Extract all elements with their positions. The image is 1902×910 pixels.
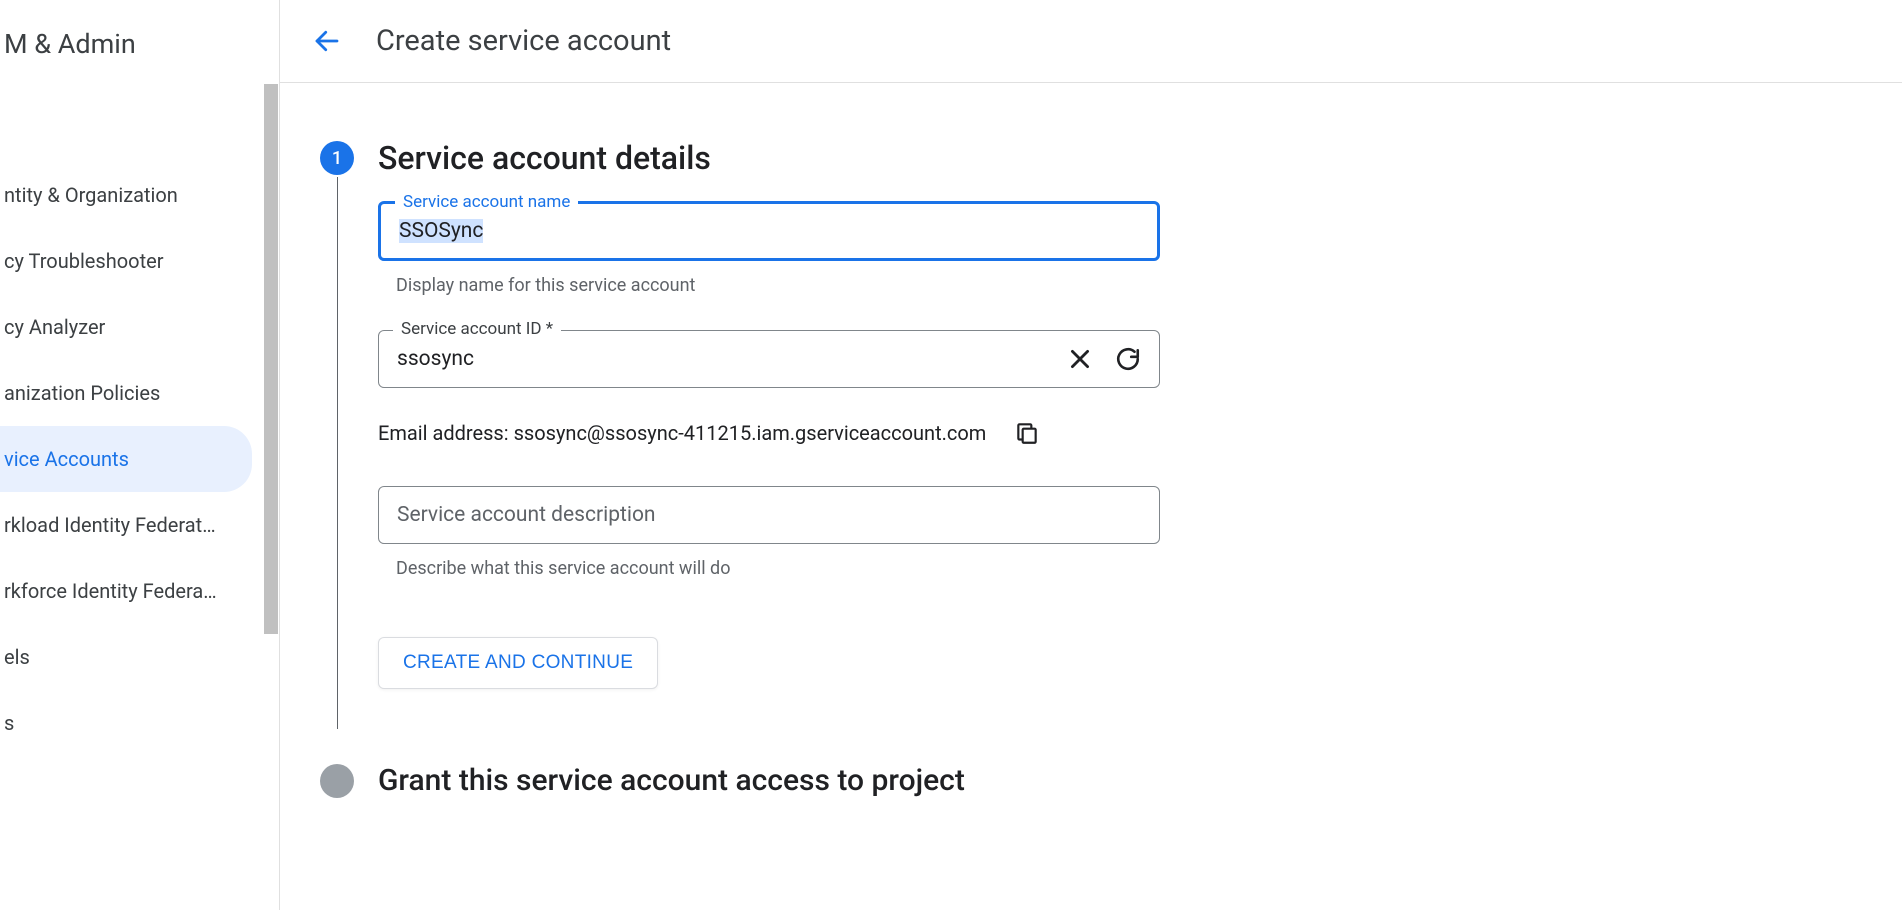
service-account-name-field: Service account name SSOSync Display nam…: [378, 201, 1160, 296]
service-account-id-label: Service account ID *: [393, 319, 561, 339]
copy-icon[interactable]: [1014, 420, 1040, 446]
sidebar-item-policy-analyzer[interactable]: cy Analyzer: [0, 294, 252, 360]
sidebar-nav: ntity & Organization cy Troubleshooter c…: [0, 112, 279, 756]
sidebar-item-label: cy Analyzer: [4, 315, 105, 339]
service-account-id-value[interactable]: ssosync: [397, 347, 1067, 371]
service-account-description-field: Describe what this service account will …: [378, 486, 1160, 579]
sidebar-title: M & Admin: [0, 0, 279, 60]
step-2-badge: [320, 764, 354, 798]
step-1-badge: 1: [320, 141, 354, 175]
sidebar-item[interactable]: [0, 112, 252, 162]
service-account-name-helper: Display name for this service account: [378, 275, 1160, 296]
sidebar-item-tags[interactable]: s: [0, 690, 252, 756]
sidebar-item-organization-policies[interactable]: anization Policies: [0, 360, 252, 426]
create-and-continue-button[interactable]: Create and Continue: [378, 637, 658, 689]
service-account-description-helper: Describe what this service account will …: [378, 558, 1160, 579]
sidebar-item-label: rkload Identity Federat…: [4, 513, 216, 537]
page-title: Create service account: [376, 24, 671, 58]
service-account-id-field: Service account ID * ssosync: [378, 330, 1160, 388]
sidebar-item-label: rkforce Identity Federa…: [4, 579, 217, 603]
sidebar-item-identity-organization[interactable]: ntity & Organization: [0, 162, 252, 228]
service-account-name-value[interactable]: SSOSync: [399, 219, 1139, 243]
sidebar-item-service-accounts[interactable]: vice Accounts: [0, 426, 252, 492]
service-account-description-input-wrapper[interactable]: [378, 486, 1160, 544]
service-account-id-input-wrapper[interactable]: Service account ID * ssosync: [378, 330, 1160, 388]
service-account-email-text: Email address: ssosync@ssosync-411215.ia…: [378, 421, 986, 445]
sidebar: M & Admin ntity & Organization cy Troubl…: [0, 0, 280, 910]
main: Create service account 1 Service account…: [280, 0, 1902, 910]
refresh-icon[interactable]: [1115, 346, 1141, 372]
sidebar-item-workload-identity-federation[interactable]: rkload Identity Federat…: [0, 492, 252, 558]
sidebar-scrollbar[interactable]: [264, 84, 278, 634]
clear-icon[interactable]: [1067, 346, 1093, 372]
sidebar-item-policy-troubleshooter[interactable]: cy Troubleshooter: [0, 228, 252, 294]
service-account-email-row: Email address: ssosync@ssosync-411215.ia…: [378, 420, 1902, 446]
sidebar-item-label: anization Policies: [4, 381, 160, 405]
service-account-description-input[interactable]: [397, 503, 1141, 527]
topbar: Create service account: [280, 0, 1902, 83]
sidebar-item-label: vice Accounts: [4, 447, 129, 471]
step-1-body: Service account name SSOSync Display nam…: [337, 177, 1902, 729]
sidebar-item-label: s: [4, 711, 14, 735]
sidebar-item-label: els: [4, 645, 30, 669]
service-account-name-input-wrapper[interactable]: Service account name SSOSync: [378, 201, 1160, 261]
service-account-name-label: Service account name: [395, 192, 578, 212]
step-2-header: Grant this service account access to pro…: [320, 763, 1902, 798]
sidebar-item-label: ntity & Organization: [4, 183, 178, 207]
back-arrow-icon[interactable]: [312, 26, 342, 56]
sidebar-item-label: cy Troubleshooter: [4, 249, 164, 273]
step-1-title: Service account details: [378, 139, 711, 177]
step-1-header: 1 Service account details: [320, 139, 1902, 177]
content: 1 Service account details Service accoun…: [280, 83, 1902, 798]
sidebar-item-labels[interactable]: els: [0, 624, 252, 690]
step-2-title: Grant this service account access to pro…: [378, 763, 965, 798]
sidebar-item-workforce-identity-federation[interactable]: rkforce Identity Federa…: [0, 558, 252, 624]
